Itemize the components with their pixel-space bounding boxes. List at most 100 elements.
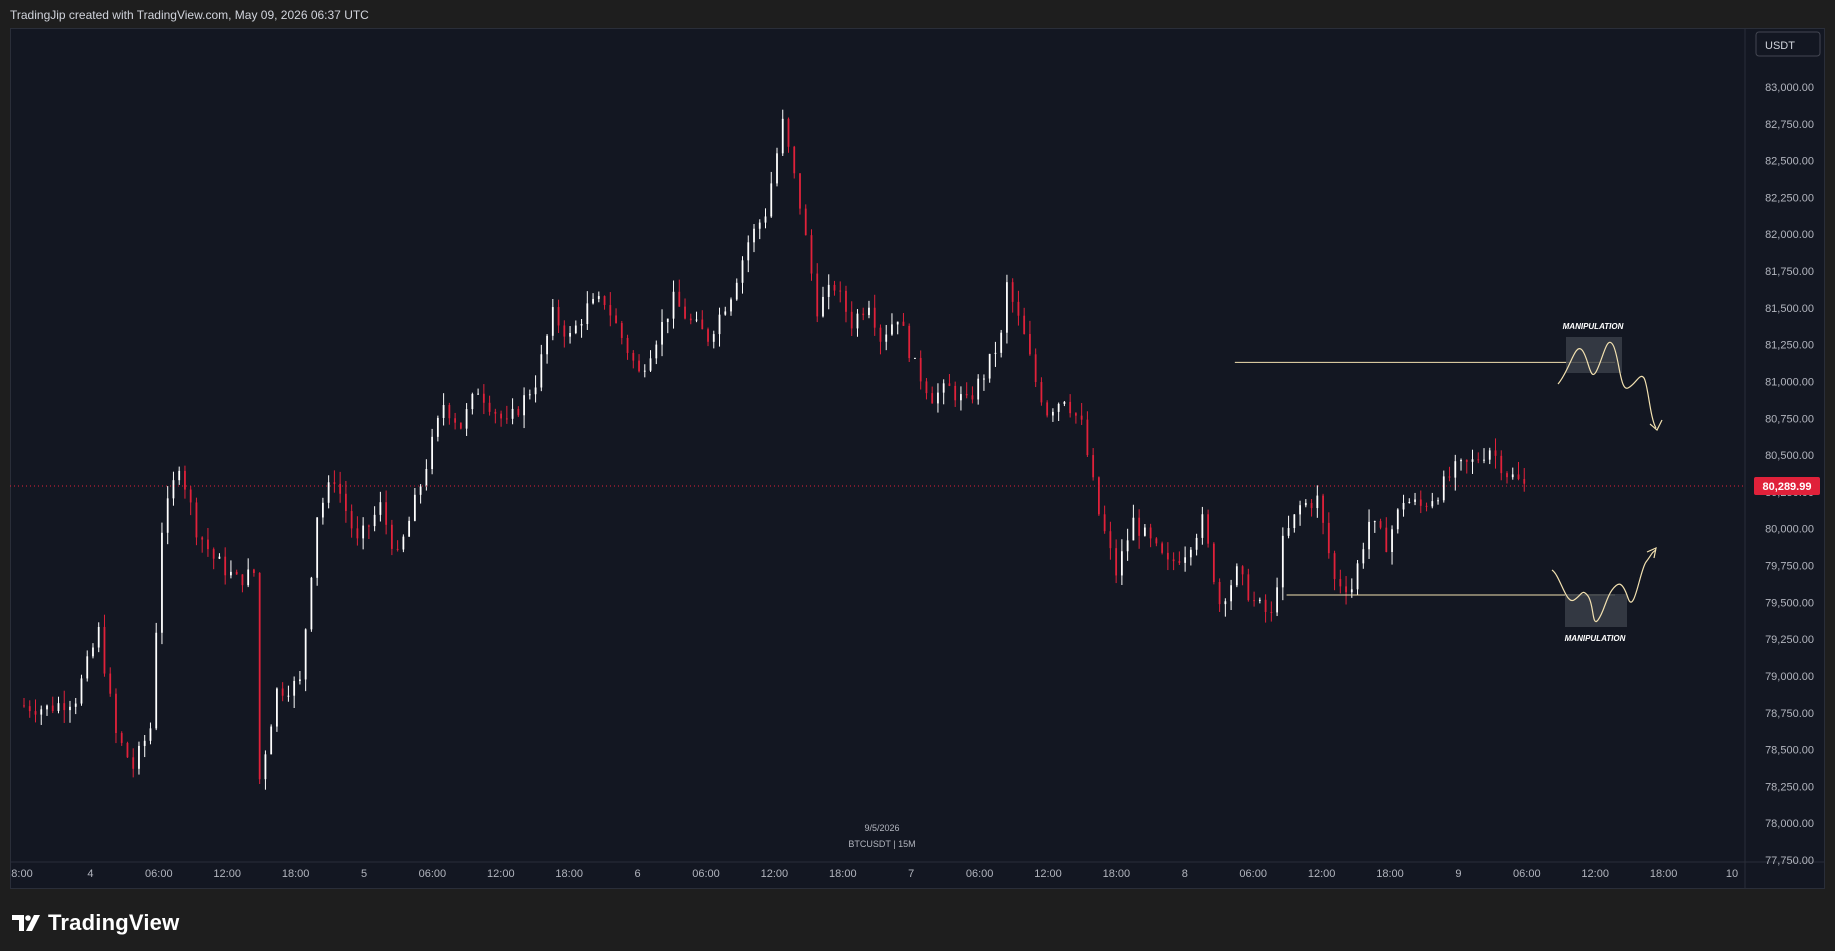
candle-body: [1270, 611, 1273, 613]
candle-body: [207, 539, 209, 550]
candle-body: [482, 393, 485, 403]
candle-body: [1097, 477, 1100, 515]
candle-body: [1224, 601, 1227, 605]
candle-body: [862, 313, 865, 316]
candle-body: [195, 502, 198, 538]
candle-body: [299, 679, 301, 681]
candle-body: [1517, 474, 1520, 480]
candle-body: [983, 378, 985, 380]
candle-body: [436, 417, 439, 437]
price-chart[interactable]: USDT 83,000.00 82,750.00 82,500.00 82,250.00…: [0, 0, 1835, 951]
x-tick-label: 6: [635, 868, 641, 880]
candle-body: [845, 290, 847, 312]
candle-body: [1327, 522, 1330, 554]
candle-body: [885, 334, 888, 342]
candle-body: [896, 321, 899, 325]
candle-body: [1172, 559, 1175, 562]
candle-body: [534, 387, 537, 395]
candle-body: [304, 629, 307, 680]
y-tick-label: 79,000.00: [1765, 671, 1814, 683]
x-tick-label: 12:00: [1308, 868, 1336, 880]
candle-body: [1092, 455, 1095, 478]
candle-body: [1494, 450, 1497, 456]
candle-body: [517, 408, 520, 416]
candle-body: [1373, 521, 1376, 523]
candle-body: [804, 208, 807, 236]
candle-body: [1017, 301, 1020, 316]
candle-body: [505, 418, 508, 420]
candle-body: [1230, 585, 1232, 602]
x-tick-label: 18:00: [829, 868, 857, 880]
candle-body: [1511, 474, 1514, 478]
candle-body: [1201, 514, 1204, 538]
candle-body: [1506, 473, 1508, 478]
y-tick-label: 83,000.00: [1765, 82, 1814, 94]
candle-body: [396, 548, 399, 550]
candle-body: [574, 325, 577, 334]
footer: TradingView: [10, 905, 179, 941]
candle-body: [1069, 401, 1072, 414]
candle-body: [1299, 505, 1301, 515]
x-tick-label: 9: [1455, 868, 1461, 880]
candle-body: [287, 695, 290, 697]
y-tick-label: 78,750.00: [1765, 708, 1814, 720]
candle-body: [741, 260, 744, 283]
candle-body: [1339, 579, 1342, 587]
candle-body: [649, 358, 652, 371]
candle-body: [80, 678, 83, 704]
candle-body: [1408, 501, 1411, 503]
x-tick-label: 4: [87, 868, 93, 880]
candle-body: [666, 318, 669, 323]
candle-body: [902, 321, 905, 326]
candle-body: [120, 733, 123, 743]
candle-body: [1258, 599, 1261, 601]
candle-body: [230, 571, 232, 576]
candle-body: [494, 411, 497, 414]
candle-body: [212, 549, 215, 559]
candle-body: [63, 703, 66, 711]
x-tick-label: 06:00: [966, 868, 994, 880]
candle-body: [1431, 501, 1434, 507]
candle-body: [1132, 517, 1135, 541]
candle-body: [1425, 505, 1428, 507]
candle-body: [1483, 459, 1485, 461]
candle-body: [1362, 549, 1365, 564]
candle-body: [166, 498, 169, 533]
candle-body: [1281, 535, 1284, 588]
candle-body: [224, 556, 227, 576]
candle-body: [155, 632, 158, 729]
candle-body: [465, 409, 468, 429]
x-tick-label: 5: [361, 868, 367, 880]
y-tick-label: 78,500.00: [1765, 745, 1814, 757]
candle-body: [632, 352, 635, 361]
candle-body: [390, 524, 393, 549]
candle-body: [51, 705, 54, 711]
x-tick-label: 12:00: [1581, 868, 1609, 880]
candle-body: [1218, 581, 1221, 605]
candle-body: [1115, 548, 1118, 576]
candle-body: [931, 393, 934, 404]
candle-body: [132, 757, 135, 769]
candle-body: [914, 357, 916, 359]
candle-body: [241, 574, 244, 586]
y-tick-label: 79,500.00: [1765, 597, 1814, 609]
y-tick-label: 82,000.00: [1765, 229, 1814, 241]
candle-body: [115, 693, 117, 734]
x-tick-label: 06:00: [419, 868, 447, 880]
candle-body: [1126, 540, 1129, 552]
currency-label: USDT: [1765, 40, 1795, 52]
candle-body: [57, 703, 60, 711]
candle-body: [34, 711, 37, 715]
candle-body: [678, 291, 681, 307]
candle-body: [344, 493, 347, 512]
footer-brand: TradingView: [48, 910, 180, 935]
candle-body: [276, 688, 278, 727]
candle-body: [701, 319, 704, 330]
y-tick-label: 81,750.00: [1765, 266, 1814, 278]
candle-body: [839, 290, 842, 292]
candle-body: [960, 394, 962, 401]
candle-body: [988, 353, 991, 379]
candle-body: [1316, 495, 1319, 509]
x-tick-label: 06:00: [692, 868, 720, 880]
candle-body: [253, 569, 255, 573]
